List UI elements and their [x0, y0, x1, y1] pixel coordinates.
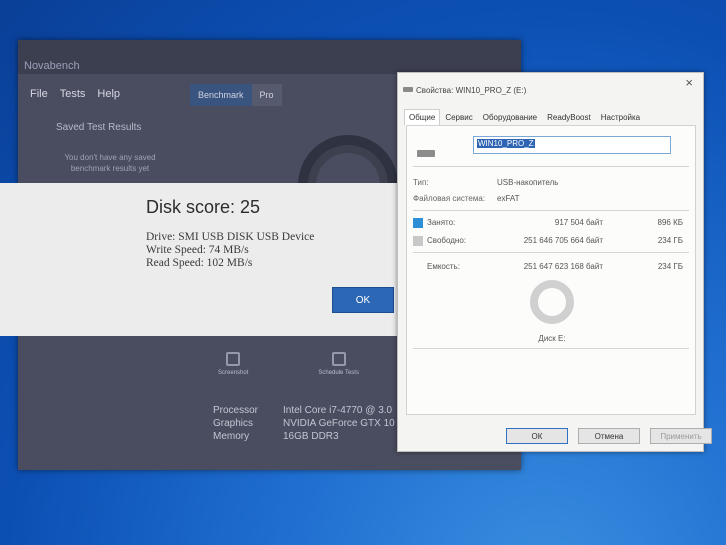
filesystem-value: exFAT	[497, 194, 520, 203]
apply-button[interactable]: Применить	[650, 428, 712, 444]
volume-name-input[interactable]: WIN10_PRO_Z	[473, 136, 671, 154]
system-specs: Processor Intel Core i7-4770 @ 3.0 Graph…	[213, 405, 423, 442]
used-space-row: Занято: 917 504 байт 896 КБ	[413, 218, 683, 228]
screenshot-label: Screenshot	[218, 370, 249, 376]
used-swatch	[413, 218, 423, 228]
properties-tabs: Общие Сервис Оборудование ReadyBoost Нас…	[404, 109, 645, 126]
dialog-buttons: ОК Отмена Применить	[506, 428, 712, 444]
screenshot-tool[interactable]: Screenshot	[218, 352, 248, 376]
disk-score-details: Drive: SMI USB DISK USB Device Write Spe…	[146, 231, 314, 270]
tab-service[interactable]: Сервис	[440, 109, 477, 126]
menu-file[interactable]: File	[30, 88, 48, 100]
drive-line: Drive: SMI USB DISK USB Device	[146, 231, 315, 243]
type-value: USB-накопитель	[497, 178, 559, 187]
tab-readyboost[interactable]: ReadyBoost	[542, 109, 596, 126]
schedule-label: Schedule Tests	[318, 370, 359, 376]
properties-title: Свойства: WIN10_PRO_Z (E:)	[416, 86, 527, 95]
free-bytes: 251 646 705 664 байт	[523, 236, 603, 245]
ok-button[interactable]: ОК	[506, 428, 568, 444]
capacity-size: 234 ГБ	[657, 262, 683, 271]
spec-label-processor: Processor	[213, 405, 259, 416]
spec-label-graphics: Graphics	[213, 418, 254, 429]
divider	[413, 210, 689, 211]
drive-icon	[403, 87, 413, 92]
spec-label-memory: Memory	[213, 431, 250, 442]
disk-score-dialog: Disk score: 25 Drive: SMI USB DISK USB D…	[0, 183, 400, 336]
free-label: Свободно:	[427, 236, 466, 245]
main-tabs: Benchmark Pro	[190, 84, 282, 106]
type-label: Тип:	[413, 178, 429, 187]
used-size: 896 КБ	[657, 218, 683, 227]
general-tab-panel: WIN10_PRO_Z Тип: USB-накопитель Файловая…	[406, 125, 696, 415]
cancel-button[interactable]: Отмена	[578, 428, 640, 444]
read-speed-line: Read Speed: 102 MB/s	[146, 257, 253, 269]
usage-pie-chart	[530, 280, 574, 324]
tab-pro[interactable]: Pro	[251, 84, 282, 106]
volume-name-value: WIN10_PRO_Z	[477, 139, 535, 148]
calendar-icon	[331, 352, 346, 366]
capacity-row: Емкость: 251 647 623 168 байт 234 ГБ	[413, 262, 683, 272]
used-label: Занято:	[427, 218, 456, 227]
properties-titlebar: Свойства: WIN10_PRO_Z (E:) ×	[398, 73, 703, 99]
divider	[413, 252, 689, 253]
filesystem-label: Файловая система:	[413, 194, 486, 203]
divider	[413, 166, 689, 167]
capacity-label: Емкость:	[427, 262, 460, 271]
tools-row: Screenshot Schedule Tests	[218, 352, 359, 376]
capacity-spacer	[413, 262, 423, 272]
tab-hardware[interactable]: Оборудование	[478, 109, 542, 126]
usb-drive-icon	[417, 150, 435, 157]
saved-results-title: Saved Test Results	[56, 122, 142, 133]
tab-benchmark[interactable]: Benchmark	[190, 84, 252, 106]
divider	[413, 348, 689, 349]
properties-dialog: Свойства: WIN10_PRO_Z (E:) × Общие Серви…	[397, 72, 712, 452]
free-space-row: Свободно: 251 646 705 664 байт 234 ГБ	[413, 236, 683, 246]
free-swatch	[413, 236, 423, 246]
write-speed-line: Write Speed: 74 MB/s	[146, 244, 249, 256]
disk-score-title: Disk score: 25	[146, 197, 261, 217]
free-size: 234 ГБ	[657, 236, 683, 245]
disk-label: Диск E:	[538, 334, 566, 343]
schedule-tool[interactable]: Schedule Tests	[318, 352, 359, 376]
camera-icon	[226, 352, 241, 366]
menu-bar: File Tests Help	[30, 88, 120, 100]
ok-button[interactable]: OK	[332, 287, 394, 313]
menu-tests[interactable]: Tests	[60, 88, 86, 100]
tab-general[interactable]: Общие	[404, 109, 441, 126]
capacity-bytes: 251 647 623 168 байт	[523, 262, 603, 271]
novabench-title: Novabench	[18, 40, 521, 74]
close-icon[interactable]: ×	[685, 75, 693, 90]
used-bytes: 917 504 байт	[554, 218, 603, 227]
tab-customize[interactable]: Настройка	[596, 109, 645, 126]
saved-results-message: You don't have any saved benchmark resul…	[64, 153, 156, 173]
menu-help[interactable]: Help	[97, 88, 120, 100]
